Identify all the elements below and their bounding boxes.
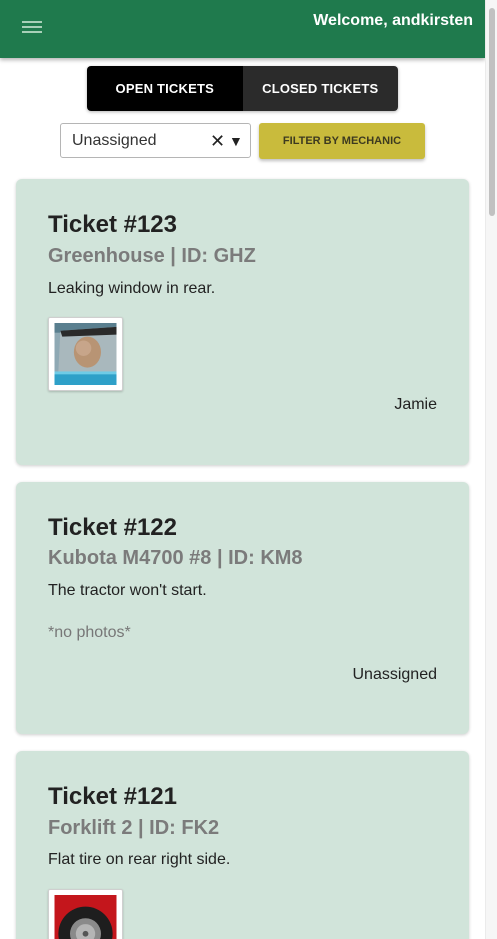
ticket-assignee: Unassigned: [352, 666, 438, 683]
welcome-text: Welcome, andkirsten: [313, 12, 473, 29]
flat-tire-photo: [54, 895, 117, 939]
ticket-title: Ticket #122: [48, 514, 177, 541]
app-bar: Welcome, andkirsten: [0, 0, 485, 58]
broken-window-photo: [54, 323, 117, 385]
ticket-equipment: Forklift 2 | ID: FK2: [48, 817, 220, 839]
ticket-description: Leaking window in rear.: [48, 280, 216, 297]
caret-down-icon[interactable]: ▼: [229, 133, 243, 149]
mechanic-select-value: Unassigned: [72, 132, 157, 149]
mechanic-select[interactable]: Unassigned ✕ ▼: [60, 123, 251, 158]
ticket-card-123[interactable]: Ticket #123 Greenhouse | ID: GHZ Leaking…: [16, 179, 469, 465]
ticket-assignee: Jamie: [394, 396, 437, 413]
ticket-status-toggle: OPEN TICKETS CLOSED TICKETS: [87, 66, 398, 111]
scrollbar-thumb[interactable]: [489, 8, 495, 216]
filter-by-mechanic-button[interactable]: FILTER BY MECHANIC: [259, 123, 425, 159]
ticket-equipment: Kubota M4700 #8 | ID: KM8: [48, 547, 303, 569]
ticket-title: Ticket #121: [48, 783, 177, 810]
tab-closed-tickets[interactable]: CLOSED TICKETS: [242, 66, 398, 111]
ticket-photo-thumbnail[interactable]: [48, 317, 123, 391]
ticket-card-122[interactable]: Ticket #122 Kubota M4700 #8 | ID: KM8 Th…: [16, 482, 469, 734]
tab-open-tickets[interactable]: OPEN TICKETS: [87, 66, 243, 111]
ticket-photo-thumbnail[interactable]: [48, 889, 123, 939]
ticket-title: Ticket #123: [48, 211, 177, 238]
ticket-description: The tractor won't start.: [48, 582, 207, 599]
ticket-equipment: Greenhouse | ID: GHZ: [48, 245, 256, 267]
hamburger-menu-icon[interactable]: [22, 18, 42, 38]
scrollbar[interactable]: [485, 0, 497, 939]
ticket-card-121[interactable]: Ticket #121 Forklift 2 | ID: FK2 Flat ti…: [16, 751, 469, 939]
close-icon[interactable]: ✕: [210, 132, 225, 150]
ticket-description: Flat tire on rear right side.: [48, 851, 231, 868]
no-photos-text: *no photos*: [48, 624, 131, 641]
